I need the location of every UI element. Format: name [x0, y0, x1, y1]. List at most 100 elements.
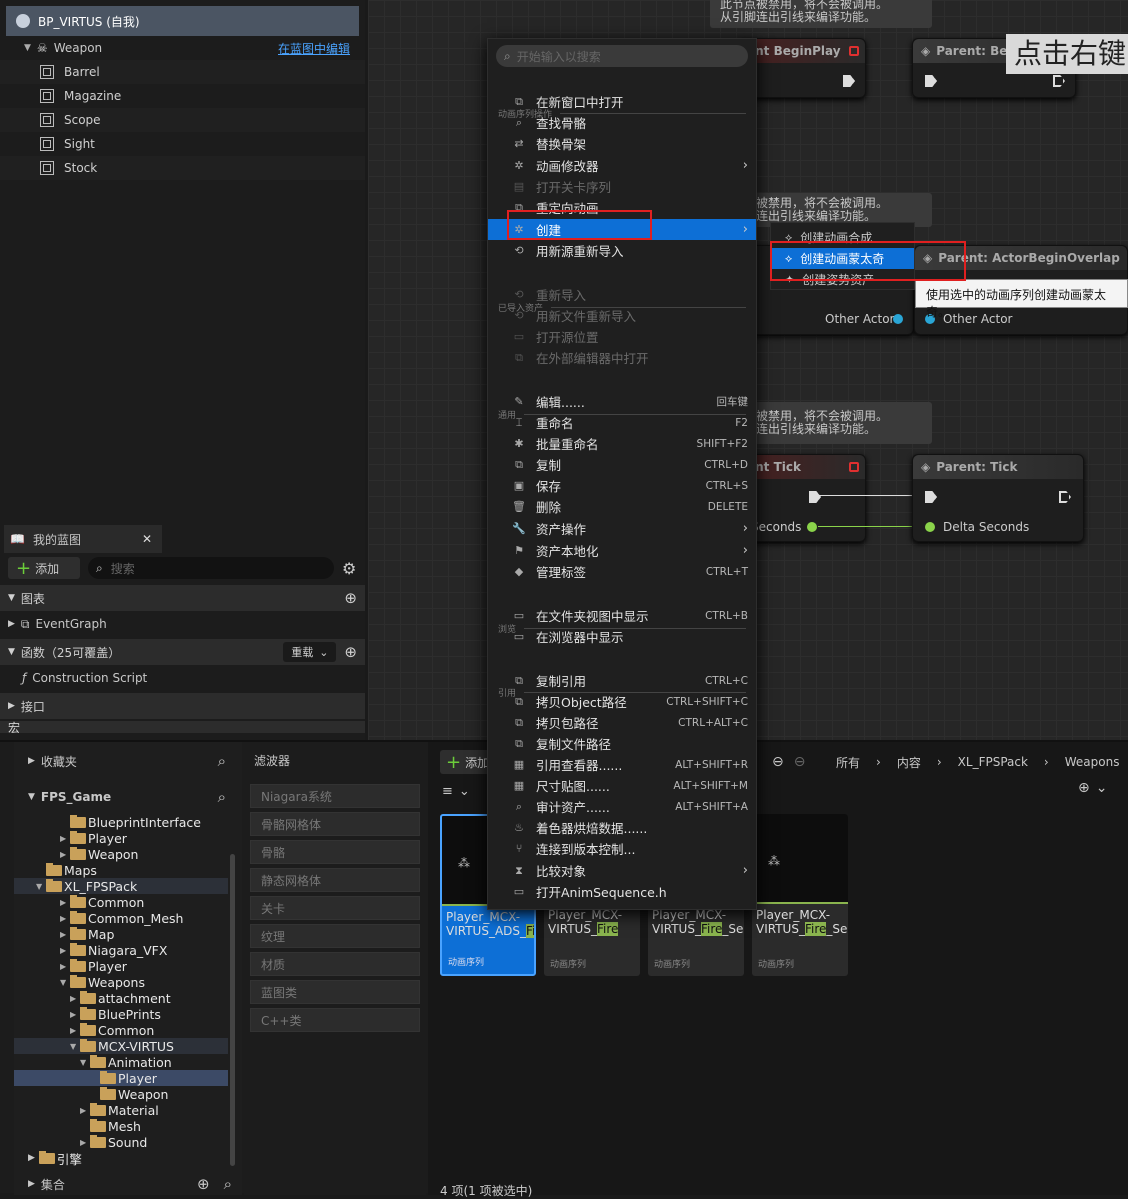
component-scope[interactable]: Scope — [0, 108, 365, 132]
exec-pin[interactable] — [1053, 75, 1065, 87]
search-icon[interactable]: ⌕ — [218, 752, 226, 770]
folder-item[interactable]: ▶ Sound — [14, 1134, 228, 1150]
filter-item[interactable]: 蓝图类 — [250, 980, 420, 1004]
search-icon[interactable]: ⌕ — [224, 1175, 232, 1193]
menu-search-input[interactable]: ⌕ 开始输入以搜索 — [496, 45, 748, 67]
menu-item-connect-vc[interactable]: ⑂ 连接到版本控制... — [488, 838, 756, 859]
menu-item-copy-pkg-path[interactable]: ⧉ 拷贝包路径 CTRL+ALT+C — [488, 712, 756, 733]
folder-item[interactable]: ▶ Common — [14, 894, 228, 910]
folder-item[interactable]: ▶ Weapon — [14, 846, 228, 862]
breadcrumb-item[interactable]: 内容 — [897, 754, 921, 771]
folder-item[interactable]: ▶ Niagara_VFX — [14, 942, 228, 958]
menu-item-reimport-new-file[interactable]: ⟲ 用新文件重新导入 — [488, 305, 756, 326]
folder-item[interactable]: ▶ Player — [14, 958, 228, 974]
filter-item[interactable]: Niagara系统 — [250, 784, 420, 808]
menu-item-show-in-browser[interactable]: ▭ 在浏览器中显示 — [488, 626, 756, 647]
construction-script-item[interactable]: ƒ Construction Script — [0, 665, 365, 691]
event-graph-item[interactable]: ▶ ⧉ EventGraph — [0, 611, 365, 637]
menu-item-open-source-loc[interactable]: ▭ 打开源位置 — [488, 326, 756, 347]
menu-item-show-in-folder[interactable]: ▭ 在文件夹视图中显示 CTRL+B — [488, 605, 756, 626]
exec-pin[interactable] — [809, 491, 821, 503]
folder-item[interactable]: ▶ Common — [14, 1022, 228, 1038]
filter-item[interactable]: 静态网格体 — [250, 868, 420, 892]
menu-item-asset-localize[interactable]: ⚑ 资产本地化 › — [488, 540, 756, 561]
folder-item[interactable]: ▼ XL_FPSPack — [14, 878, 228, 894]
search-input[interactable]: ⌕ 搜索 — [88, 557, 334, 579]
folder-item[interactable]: ▼ Animation — [14, 1054, 228, 1070]
filter-item[interactable]: C++类 — [250, 1008, 420, 1032]
object-pin[interactable] — [893, 314, 903, 324]
filter-item[interactable]: 关卡 — [250, 896, 420, 920]
search-icon[interactable]: ⌕ — [218, 788, 226, 806]
folder-item[interactable]: Player — [14, 1070, 228, 1086]
component-barrel[interactable]: Barrel — [0, 60, 365, 84]
gear-icon[interactable]: ⚙ — [342, 559, 356, 578]
add-circle-icon[interactable]: ⊕ — [197, 1175, 210, 1193]
tab-my-blueprint[interactable]: 📖 我的蓝图 ✕ — [4, 525, 162, 553]
exec-pin[interactable] — [843, 75, 855, 87]
folder-item[interactable]: ▶ Player — [14, 830, 228, 846]
exec-pin[interactable] — [1059, 491, 1071, 503]
folder-item[interactable]: Maps — [14, 862, 228, 878]
event-tick-node[interactable]: ent Tick Seconds — [738, 454, 866, 542]
menu-item-open-new-window[interactable]: ⧉ 在新窗口中打开 — [488, 91, 756, 112]
back-icon[interactable]: ⊖ — [772, 754, 784, 770]
component-stock[interactable]: Stock — [0, 156, 365, 180]
menu-item-open-external[interactable]: ⧉ 在外部编辑器中打开 — [488, 347, 756, 368]
menu-item-copy-ref[interactable]: ⧉ 复制引用 CTRL+C — [488, 670, 756, 691]
override-dropdown[interactable]: 重载 ⌄ — [283, 642, 337, 662]
asset-tile[interactable]: ⁂ Player_MCX-VIRTUS_Fire_Select_2 动画序列 — [752, 814, 848, 976]
add-circle-icon[interactable]: ⊕ — [344, 643, 357, 661]
section-interfaces[interactable]: ▶ 接口 — [0, 693, 365, 719]
edit-in-blueprint-link[interactable]: 在蓝图中编辑 — [278, 40, 350, 57]
forward-icon[interactable]: ⊖ — [794, 754, 806, 770]
filter-item[interactable]: 骨骼网格体 — [250, 812, 420, 836]
menu-item-save[interactable]: ▣ 保存 CTRL+S — [488, 475, 756, 496]
menu-item-audit[interactable]: ⌕ 审计资产...... ALT+SHIFT+A — [488, 796, 756, 817]
folder-item[interactable]: BlueprintInterface — [14, 814, 228, 830]
view-options[interactable]: ⊕ ⌄ — [1078, 780, 1107, 796]
collections-header[interactable]: ▶ 集合 ⊕ ⌕ — [28, 1174, 242, 1194]
filter-dropdown[interactable]: ≡ ⌄ — [442, 780, 470, 802]
menu-item-bulk-rename[interactable]: ✱ 批量重命名 SHIFT+F2 — [488, 433, 756, 454]
section-functions[interactable]: ▼ 函数（25可覆盖） 重载 ⌄ ⊕ — [0, 639, 365, 665]
menu-item-compare[interactable]: ⧗ 比较对象 › — [488, 860, 756, 881]
folder-item[interactable]: ▶ Map — [14, 926, 228, 942]
folder-item[interactable]: ▼ MCX-VIRTUS — [14, 1038, 228, 1054]
add-button[interactable]: + 添加 — [8, 557, 80, 579]
begin-play-node[interactable]: ent BeginPlay — [738, 38, 866, 98]
menu-item-rename[interactable]: ⌶ 重命名 F2 — [488, 412, 756, 433]
menu-item-edit[interactable]: ✎ 编辑...... 回车键 — [488, 391, 756, 412]
filter-item[interactable]: 材质 — [250, 952, 420, 976]
exec-pin[interactable] — [925, 75, 937, 87]
breadcrumb-item[interactable]: XL_FPSPack — [958, 755, 1028, 769]
folder-item[interactable]: ▶ BluePrints — [14, 1006, 228, 1022]
menu-item-shader-cook[interactable]: ♨ 着色器烘焙数据...... — [488, 817, 756, 838]
section-macros[interactable]: 宏 — [0, 721, 365, 733]
menu-item-anim-modifier[interactable]: ✲ 动画修改器 › — [488, 155, 756, 176]
project-header[interactable]: ▼ FPS_Game ⌕ — [14, 780, 242, 814]
component-sight[interactable]: Sight — [0, 132, 365, 156]
exec-pin[interactable] — [925, 491, 937, 503]
breadcrumb-item[interactable]: 所有 — [836, 754, 860, 771]
float-pin[interactable] — [807, 522, 817, 532]
menu-item-reimport-new-source[interactable]: ⟲ 用新源重新导入 — [488, 240, 756, 261]
menu-item-open-level-seq[interactable]: ▤ 打开关卡序列 — [488, 176, 756, 197]
favorites-header[interactable]: ▶ 收藏夹 ⌕ — [14, 742, 242, 780]
parent-tick-node[interactable]: ◈ Parent: Tick Delta Seconds — [912, 454, 1084, 542]
folder-item[interactable]: ▼ Weapons — [14, 974, 228, 990]
menu-item-open-h[interactable]: ▭ 打开AnimSequence.h — [488, 881, 756, 902]
scrollbar[interactable] — [230, 854, 235, 1166]
menu-item-copy-file-path[interactable]: ⧉ 复制文件路径 — [488, 733, 756, 754]
folder-item[interactable]: ▶ Material — [14, 1102, 228, 1118]
add-circle-icon[interactable]: ⊕ — [344, 589, 357, 607]
folder-item[interactable]: ▶ Common_Mesh — [14, 910, 228, 926]
menu-item-asset-actions[interactable]: 🔧 资产操作 › — [488, 518, 756, 539]
engine-folder[interactable]: ▶ 引擎 — [28, 1150, 82, 1167]
breadcrumb-item[interactable]: Weapons — [1065, 755, 1120, 769]
folder-item[interactable]: ▶ attachment — [14, 990, 228, 1006]
menu-item-delete[interactable]: 🗑 删除 DELETE — [488, 496, 756, 517]
menu-item-manage-tags[interactable]: ◆ 管理标签 CTRL+T — [488, 561, 756, 582]
section-graphs[interactable]: ▼ 图表 ⊕ — [0, 585, 365, 611]
menu-item-ref-viewer[interactable]: ▦ 引用查看器...... ALT+SHIFT+R — [488, 754, 756, 775]
